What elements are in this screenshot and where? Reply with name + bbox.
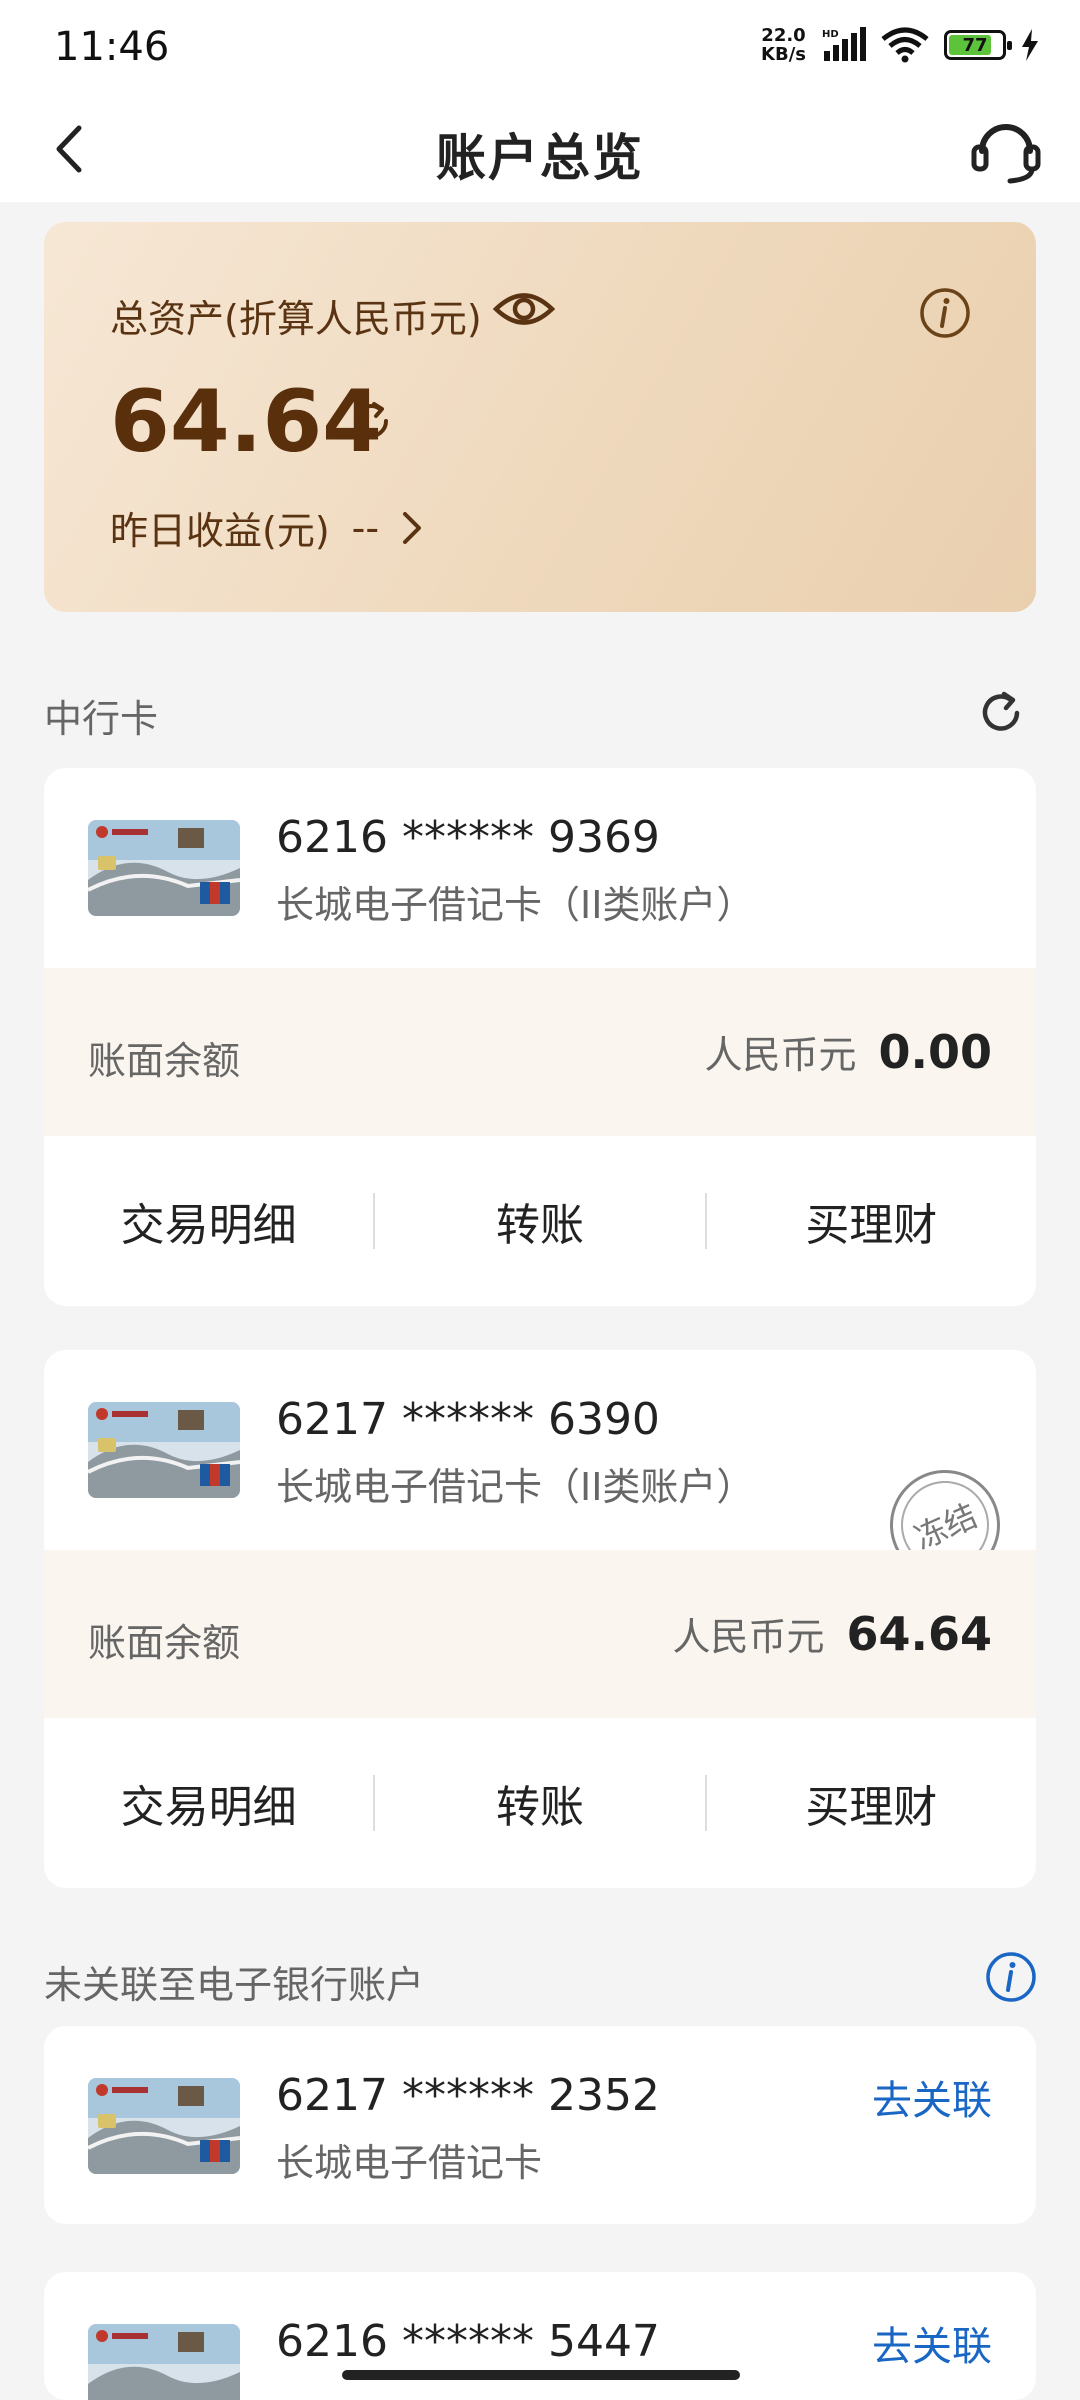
card-type: 长城电子借记卡 bbox=[276, 2141, 543, 2185]
total-assets-card: 总资产(折算人民币元) 64.64 昨日收益(元) -- bbox=[44, 222, 1036, 612]
wifi-icon bbox=[881, 27, 929, 63]
customer-service-button[interactable] bbox=[966, 110, 1046, 190]
card-type: 长城电子借记卡（II类账户） bbox=[276, 1465, 755, 1509]
balance-label: 账面余额 bbox=[88, 1621, 241, 1665]
bank-card-icon bbox=[88, 2324, 240, 2400]
transfer-button[interactable]: 转账 bbox=[375, 1189, 704, 1253]
info-icon[interactable] bbox=[984, 1950, 1038, 2004]
card-number: 6217 ****** 2352 bbox=[276, 2070, 660, 2121]
balance-currency: 人民币元 bbox=[704, 1033, 857, 1077]
network-speed: 22.0 KB/s bbox=[761, 25, 806, 65]
link-account-button[interactable]: 去关联 bbox=[872, 2314, 992, 2372]
card-number: 6216 ****** 5447 bbox=[276, 2316, 660, 2367]
yesterday-income-label: 昨日收益(元) bbox=[110, 509, 330, 553]
section-title-unlinked: 未关联至电子银行账户 bbox=[44, 1963, 425, 2007]
charging-icon bbox=[1022, 29, 1038, 61]
account-card-header: 6217 ****** 6390 长城电子借记卡（II类账户） 冻结 bbox=[44, 1350, 1036, 1598]
balance-row: 账面余额 人民币元 0.00 bbox=[44, 968, 1036, 1136]
section-title-boc: 中行卡 bbox=[44, 697, 159, 741]
card-number: 6216 ****** 9369 bbox=[276, 812, 660, 863]
chevron-right-icon bbox=[403, 511, 422, 544]
signal-icon: HD bbox=[822, 27, 866, 61]
bank-card-icon bbox=[88, 2078, 240, 2174]
status-icons: 22.0 KB/s HD 77 bbox=[761, 26, 1040, 64]
balance-amount: 人民币元 0.00 bbox=[704, 1024, 992, 1079]
card-number: 6217 ****** 6390 bbox=[276, 1394, 660, 1445]
eye-icon[interactable] bbox=[492, 286, 556, 332]
account-card[interactable]: 6216 ****** 9369 长城电子借记卡（II类账户） 账面余额 人民币… bbox=[44, 768, 1036, 1306]
home-indicator[interactable] bbox=[342, 2370, 740, 2380]
account-card[interactable]: 6217 ****** 6390 长城电子借记卡（II类账户） 冻结 账面余额 … bbox=[44, 1350, 1036, 1888]
balance-label: 账面余额 bbox=[88, 1039, 241, 1083]
refresh-icon[interactable] bbox=[976, 688, 1026, 738]
svg-text:HD: HD bbox=[822, 29, 839, 40]
balance-currency: 人民币元 bbox=[672, 1615, 825, 1659]
card-type: 长城电子借记卡（II类账户） bbox=[276, 883, 755, 927]
status-time: 11:46 bbox=[54, 24, 170, 70]
balance-value: 64.64 bbox=[846, 1607, 992, 1661]
account-actions: 交易明细 转账 买理财 bbox=[44, 1718, 1036, 1888]
bank-card-icon bbox=[88, 820, 240, 916]
headset-icon bbox=[971, 124, 1041, 184]
battery-icon: 77 bbox=[944, 30, 1012, 60]
page-title: 账户总览 bbox=[436, 129, 644, 187]
balance-row: 账面余额 人民币元 64.64 bbox=[44, 1550, 1036, 1718]
transfer-button[interactable]: 转账 bbox=[375, 1771, 704, 1835]
balance-value: 0.00 bbox=[878, 1025, 993, 1079]
transaction-details-button[interactable]: 交易明细 bbox=[44, 1771, 373, 1835]
buy-wealth-product-button[interactable]: 买理财 bbox=[707, 1189, 1036, 1253]
page-header: 账户总览 bbox=[0, 96, 1080, 202]
buy-wealth-product-button[interactable]: 买理财 bbox=[707, 1771, 1036, 1835]
unlinked-account-card: 6216 ****** 5447 去关联 bbox=[44, 2272, 1036, 2400]
yesterday-income-value: -- bbox=[351, 505, 380, 550]
account-actions: 交易明细 转账 买理财 bbox=[44, 1136, 1036, 1306]
status-bar: 11:46 22.0 KB/s HD 77 bbox=[0, 0, 1080, 96]
unlinked-account-card: 6217 ****** 2352 长城电子借记卡 去关联 bbox=[44, 2026, 1036, 2224]
account-card-header: 6216 ****** 9369 长城电子借记卡（II类账户） bbox=[44, 768, 1036, 968]
link-account-button[interactable]: 去关联 bbox=[872, 2068, 992, 2126]
transaction-details-button[interactable]: 交易明细 bbox=[44, 1189, 373, 1253]
info-icon[interactable] bbox=[918, 286, 972, 340]
bank-card-icon bbox=[88, 1402, 240, 1498]
yesterday-income-row[interactable]: 昨日收益(元) -- bbox=[110, 500, 423, 555]
total-assets-amount: 64.64 bbox=[110, 372, 383, 472]
total-assets-label: 总资产(折算人民币元) bbox=[110, 297, 482, 341]
refresh-icon[interactable] bbox=[348, 398, 394, 444]
balance-amount: 人民币元 64.64 bbox=[672, 1606, 992, 1661]
